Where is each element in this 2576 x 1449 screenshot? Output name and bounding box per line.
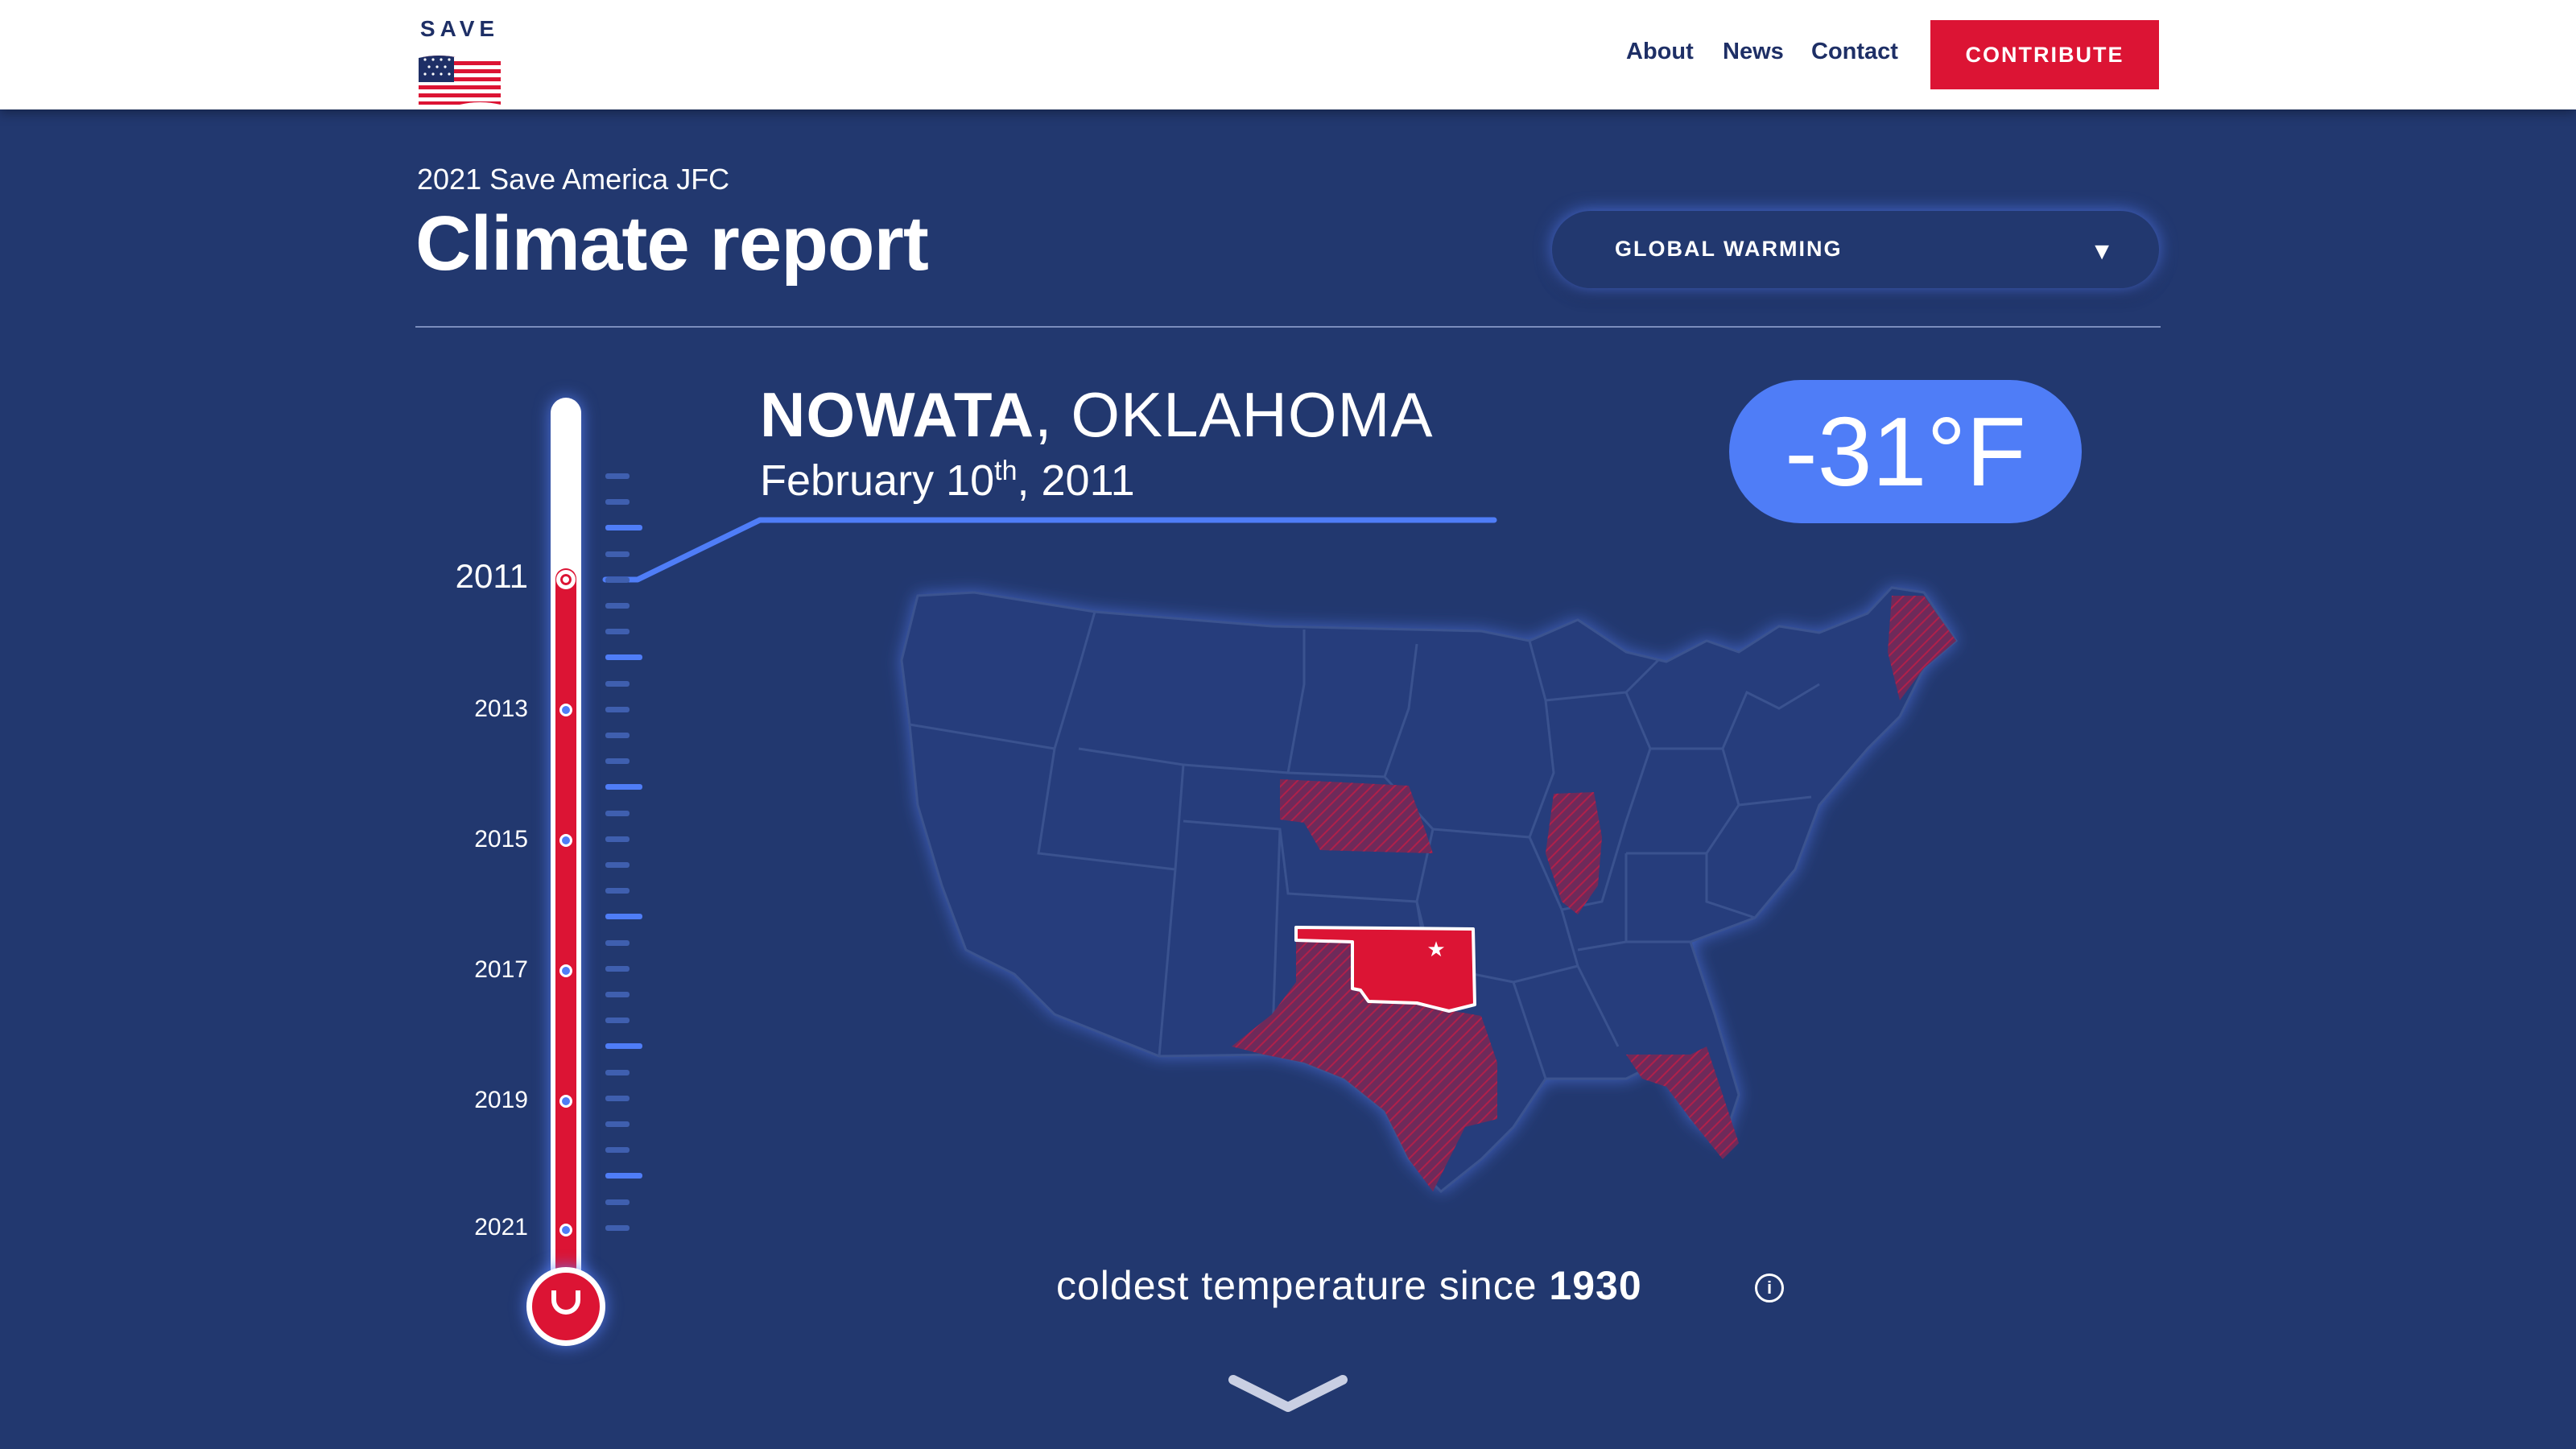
year-label-2021[interactable]: 2021: [431, 1214, 528, 1241]
date-year: , 2011: [1017, 456, 1135, 505]
timeline-minor-tick: [605, 992, 630, 997]
timeline-minor-tick: [605, 811, 630, 816]
timeline-major-tick: [605, 914, 642, 919]
dropdown-selected-value: GLOBAL WARMING: [1615, 237, 1843, 261]
timeline-major-tick: [605, 654, 642, 660]
year-marker-2015[interactable]: [559, 834, 572, 847]
year-label-2015[interactable]: 2015: [431, 826, 528, 853]
chevron-down-icon[interactable]: [1228, 1373, 1348, 1415]
state-maine-highlight: [1888, 596, 1956, 700]
timeline-minor-tick: [605, 862, 630, 868]
page-subtitle: 2021 Save America JFC: [417, 163, 730, 196]
year-marker-2021[interactable]: [559, 1224, 572, 1236]
nav-link-about[interactable]: About: [1626, 39, 1694, 65]
year-label-2019[interactable]: 2019: [431, 1087, 528, 1114]
timeline-minor-tick: [605, 603, 630, 609]
timeline-minor-tick: [605, 1070, 630, 1075]
bulb-smile-icon: [551, 1290, 580, 1315]
date-suffix: th: [994, 456, 1018, 486]
record-date: February 10th, 2011: [760, 456, 1135, 506]
city-name: NOWATA: [760, 379, 1035, 450]
record-location: NOWATA, OKLAHOMA: [760, 378, 1434, 452]
info-icon[interactable]: i: [1755, 1274, 1784, 1302]
timeline-major-tick: [605, 1043, 642, 1049]
timeline-minor-tick: [605, 1225, 630, 1231]
topic-dropdown[interactable]: GLOBAL WARMING ▼: [1552, 211, 2159, 288]
year-marker-2013[interactable]: [559, 704, 572, 716]
timeline-minor-tick: [605, 499, 630, 505]
page-title: Climate report: [415, 200, 929, 287]
timeline-minor-tick: [605, 707, 630, 712]
us-map: ★: [900, 586, 1958, 1194]
timeline-minor-tick: [605, 1018, 630, 1023]
timeline-minor-tick: [605, 629, 630, 634]
timeline-minor-tick: [605, 1199, 630, 1205]
timeline-minor-tick: [605, 473, 630, 479]
timeline-major-tick: [605, 1173, 642, 1179]
year-marker-2011-selected[interactable]: [556, 570, 576, 589]
date-main: February 10: [760, 456, 995, 505]
year-marker-2019[interactable]: [559, 1095, 572, 1108]
us-flag-icon: [419, 56, 501, 105]
timeline-minor-tick: [605, 733, 630, 738]
caption-year: 1930: [1549, 1263, 1642, 1308]
nav-link-contact[interactable]: Contact: [1811, 39, 1898, 65]
timeline-minor-tick: [605, 888, 630, 894]
record-caption: coldest temperature since 1930: [1056, 1262, 1642, 1309]
timeline-minor-tick: [605, 940, 630, 946]
timeline-major-tick: [605, 525, 642, 530]
timeline-minor-tick: [605, 551, 630, 557]
caption-text: coldest temperature since: [1056, 1263, 1550, 1308]
year-marker-2017[interactable]: [559, 964, 572, 977]
state-name: , OKLAHOMA: [1034, 379, 1434, 450]
thermometer-mercury: [555, 568, 576, 1293]
nowata-star-icon: ★: [1426, 938, 1445, 962]
year-label-2017[interactable]: 2017: [431, 956, 528, 984]
save-america-logo[interactable]: SAVE: [415, 16, 504, 105]
timeline-major-tick: [605, 784, 642, 790]
nav-link-news[interactable]: News: [1723, 39, 1784, 65]
top-navigation-bar: SAVE About News Contact CONTRIBUTE: [0, 0, 2576, 109]
timeline-minor-tick: [605, 577, 630, 583]
timeline-minor-tick: [605, 758, 630, 764]
timeline-minor-tick: [605, 681, 630, 687]
header-divider: [415, 326, 2161, 328]
year-label-2013[interactable]: 2013: [431, 696, 528, 723]
timeline-minor-tick: [605, 836, 630, 842]
timeline-minor-tick: [605, 1147, 630, 1153]
year-label-2011[interactable]: 2011: [431, 557, 528, 596]
timeline-minor-tick: [605, 966, 630, 972]
temperature-badge: -31°F: [1729, 380, 2082, 523]
timeline-minor-tick: [605, 1121, 630, 1127]
timeline-minor-tick: [605, 1096, 630, 1101]
logo-text: SAVE: [419, 16, 500, 41]
contribute-button[interactable]: CONTRIBUTE: [1930, 20, 2159, 89]
thermometer-bulb: [526, 1267, 605, 1346]
triangle-down-icon: ▼: [2090, 238, 2114, 265]
